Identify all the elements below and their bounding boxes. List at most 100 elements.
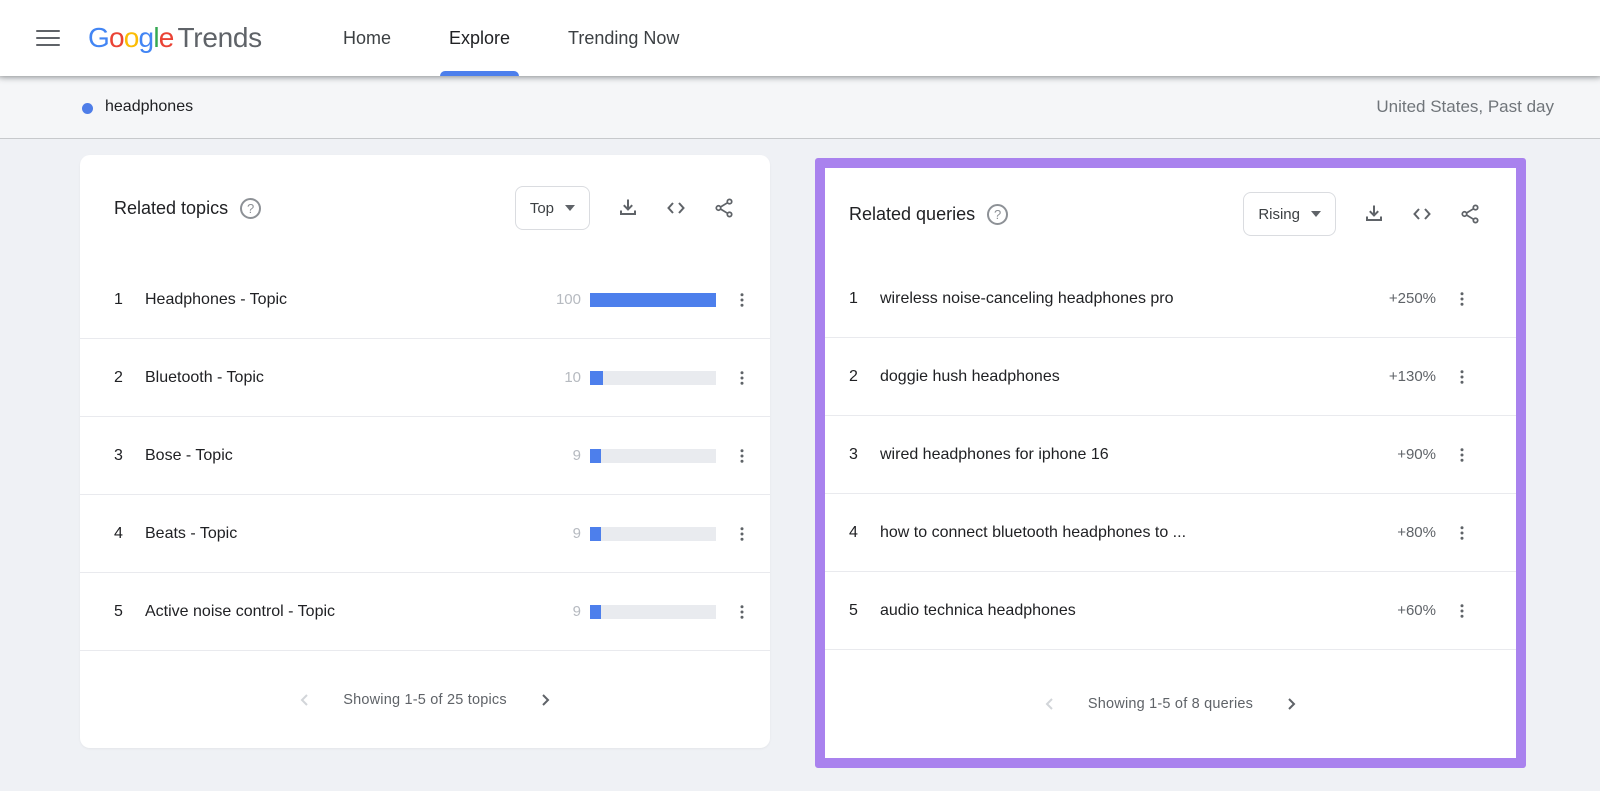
topics-filter-value: Top xyxy=(529,199,554,217)
topic-bar xyxy=(590,370,716,385)
topic-value: 9 xyxy=(572,603,581,620)
topic-bar-fill xyxy=(590,526,602,541)
topics-pagination: Showing 1-5 of 25 topics xyxy=(80,651,770,748)
help-icon[interactable]: ? xyxy=(987,203,1009,225)
row-rank: 3 xyxy=(114,446,123,464)
tab-home[interactable]: Home xyxy=(337,0,397,76)
row-rank: 1 xyxy=(114,290,123,308)
download-icon[interactable] xyxy=(1354,194,1394,234)
embed-code-icon[interactable] xyxy=(656,188,696,228)
topic-bar-fill xyxy=(590,370,603,385)
row-menu-icon[interactable] xyxy=(1448,433,1476,477)
row-rank: 4 xyxy=(849,523,858,541)
topic-bar-fill xyxy=(590,292,716,307)
row-menu-icon[interactable] xyxy=(728,590,756,634)
topics-filter-dropdown[interactable]: Top xyxy=(514,186,590,230)
chevron-right-icon[interactable] xyxy=(1280,693,1302,715)
row-menu-icon[interactable] xyxy=(728,356,756,400)
query-growth: +130% xyxy=(1388,368,1436,385)
table-row[interactable]: 2 doggie hush headphones +130% xyxy=(825,338,1516,416)
queries-pagination: Showing 1-5 of 8 queries xyxy=(825,650,1516,758)
table-row[interactable]: 3 Bose - Topic 9 xyxy=(80,417,770,495)
row-rank: 2 xyxy=(849,367,858,385)
topics-pagination-label: Showing 1-5 of 25 topics xyxy=(343,691,507,708)
chevron-down-icon xyxy=(1311,211,1321,217)
row-rank: 1 xyxy=(849,289,858,307)
row-menu-icon[interactable] xyxy=(728,434,756,478)
query-growth: +60% xyxy=(1397,602,1436,619)
table-row[interactable]: 1 wireless noise-canceling headphones pr… xyxy=(825,260,1516,338)
related-queries-header: Related queries ? Rising xyxy=(825,168,1516,260)
chevron-left-icon[interactable] xyxy=(294,689,316,711)
related-topics-controls: Top xyxy=(514,186,744,230)
table-row[interactable]: 4 Beats - Topic 9 xyxy=(80,495,770,573)
topic-label[interactable]: Bluetooth - Topic xyxy=(145,369,264,387)
row-menu-icon[interactable] xyxy=(728,278,756,322)
topic-value: 100 xyxy=(555,291,581,308)
row-menu-icon[interactable] xyxy=(1448,589,1476,633)
row-rank: 3 xyxy=(849,445,858,463)
menu-icon[interactable] xyxy=(28,18,68,58)
logo-google: Google xyxy=(88,22,174,53)
chevron-down-icon xyxy=(565,205,575,211)
queries-pagination-label: Showing 1-5 of 8 queries xyxy=(1087,696,1254,712)
topic-value: 10 xyxy=(564,369,581,386)
google-trends-logo[interactable]: Google Trends xyxy=(88,22,262,54)
embed-code-icon[interactable] xyxy=(1402,194,1442,234)
topic-bar-fill xyxy=(590,448,602,463)
topic-bar xyxy=(590,448,716,463)
help-icon[interactable]: ? xyxy=(240,197,262,219)
related-queries-controls: Rising xyxy=(1243,192,1490,236)
query-label[interactable]: doggie hush headphones xyxy=(880,368,1060,386)
tab-trending-now[interactable]: Trending Now xyxy=(562,0,685,76)
queries-filter-value: Rising xyxy=(1258,205,1300,223)
tab-explore[interactable]: Explore xyxy=(440,0,520,76)
query-growth: +250% xyxy=(1388,290,1436,307)
row-menu-icon[interactable] xyxy=(1448,511,1476,555)
related-queries-title: Related queries xyxy=(849,203,976,224)
row-rank: 5 xyxy=(114,602,123,620)
share-icon[interactable] xyxy=(704,188,744,228)
topic-value: 9 xyxy=(572,525,581,542)
app-header: Google Trends Home Explore Trending Now xyxy=(0,0,1600,76)
topic-label[interactable]: Headphones - Topic xyxy=(145,291,287,309)
topic-bar xyxy=(590,292,716,307)
query-growth: +80% xyxy=(1397,524,1436,541)
related-topics-title: Related topics xyxy=(114,197,229,218)
logo-trends: Trends xyxy=(177,22,263,53)
main-content: Related topics ? Top 1 Headphones - Topi… xyxy=(0,139,1600,791)
row-menu-icon[interactable] xyxy=(1448,355,1476,399)
table-row[interactable]: 5 Active noise control - Topic 9 xyxy=(80,573,770,651)
table-row[interactable]: 5 audio technica headphones +60% xyxy=(825,572,1516,650)
table-row[interactable]: 4 how to connect bluetooth headphones to… xyxy=(825,494,1516,572)
row-rank: 4 xyxy=(114,524,123,542)
download-icon[interactable] xyxy=(608,188,648,228)
query-growth: +90% xyxy=(1397,446,1436,463)
row-rank: 5 xyxy=(849,601,858,619)
queries-filter-dropdown[interactable]: Rising xyxy=(1243,192,1336,236)
main-nav: Home Explore Trending Now xyxy=(337,0,685,76)
topic-label[interactable]: Active noise control - Topic xyxy=(145,603,335,621)
topic-bar-fill xyxy=(590,604,602,619)
topic-label[interactable]: Beats - Topic xyxy=(145,525,237,543)
topic-label[interactable]: Bose - Topic xyxy=(145,447,233,465)
topic-bar xyxy=(590,604,716,619)
query-label[interactable]: wired headphones for iphone 16 xyxy=(880,446,1109,464)
topic-bar xyxy=(590,526,716,541)
chevron-left-icon[interactable] xyxy=(1039,693,1061,715)
related-topics-card: Related topics ? Top 1 Headphones - Topi… xyxy=(80,155,770,748)
row-menu-icon[interactable] xyxy=(728,512,756,556)
table-row[interactable]: 1 Headphones - Topic 100 xyxy=(80,261,770,339)
related-queries-card-highlighted: Related queries ? Rising 1 wireless nois… xyxy=(815,158,1526,768)
query-label[interactable]: audio technica headphones xyxy=(880,602,1076,620)
search-term[interactable]: headphones xyxy=(105,98,193,116)
table-row[interactable]: 3 wired headphones for iphone 16 +90% xyxy=(825,416,1516,494)
query-label[interactable]: how to connect bluetooth headphones to .… xyxy=(880,524,1186,542)
query-label[interactable]: wireless noise-canceling headphones pro xyxy=(880,290,1174,308)
table-row[interactable]: 2 Bluetooth - Topic 10 xyxy=(80,339,770,417)
region-timerange-label: United States, Past day xyxy=(1376,97,1554,116)
share-icon[interactable] xyxy=(1450,194,1490,234)
row-menu-icon[interactable] xyxy=(1448,277,1476,321)
search-term-bar: headphones United States, Past day xyxy=(0,76,1600,139)
chevron-right-icon[interactable] xyxy=(534,689,556,711)
